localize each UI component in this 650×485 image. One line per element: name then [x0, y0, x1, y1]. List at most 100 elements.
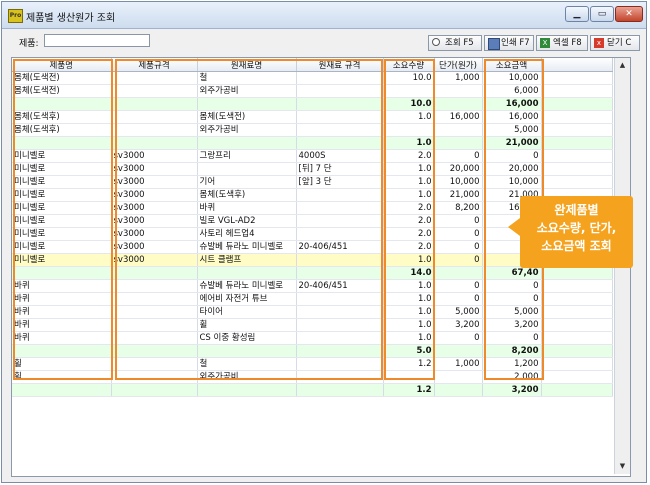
table-cell-blank[interactable]: [541, 370, 613, 384]
table-cell[interactable]: 20,000: [482, 162, 542, 176]
table-cell[interactable]: 에어비 자전거 튜브: [197, 292, 297, 306]
table-cell[interactable]: 철: [197, 357, 297, 371]
excel-button[interactable]: X 엑셀 F8: [536, 35, 588, 51]
table-cell[interactable]: [434, 123, 483, 137]
table-cell[interactable]: 0: [434, 331, 483, 345]
table-cell[interactable]: 0: [434, 240, 483, 254]
table-cell[interactable]: 8,200: [482, 344, 542, 358]
table-cell[interactable]: 1.0: [383, 331, 435, 345]
table-cell[interactable]: 10.0: [383, 97, 435, 111]
table-cell[interactable]: 미니벨로: [12, 149, 112, 163]
subtotal-row[interactable]: 1.0 21,000: [12, 136, 613, 150]
table-cell[interactable]: 몸체(도색전): [12, 71, 112, 85]
table-cell[interactable]: 사토리 헤드업4: [197, 227, 297, 241]
table-cell[interactable]: [111, 71, 198, 85]
table-cell[interactable]: 10,000: [482, 175, 542, 189]
table-row[interactable]: 휠 철 1.2 1,000 1,200: [12, 357, 613, 371]
table-cell[interactable]: 0: [482, 331, 542, 345]
table-cell[interactable]: 미니벨로: [12, 240, 112, 254]
table-cell-blank[interactable]: [541, 175, 613, 189]
table-cell[interactable]: 미니벨로: [12, 214, 112, 228]
table-cell[interactable]: [296, 383, 384, 397]
table-cell[interactable]: sv3000: [111, 162, 198, 176]
table-cell[interactable]: 21,000: [482, 136, 542, 150]
table-cell[interactable]: 슈발베 듀라노 미니벨로: [197, 240, 297, 254]
table-cell[interactable]: 외주가공비: [197, 123, 297, 137]
table-cell[interactable]: 67,40: [482, 266, 542, 280]
table-cell[interactable]: 바퀴: [12, 305, 112, 319]
table-cell[interactable]: [197, 383, 297, 397]
table-cell[interactable]: [12, 266, 112, 280]
table-cell[interactable]: [296, 370, 384, 384]
table-cell[interactable]: sv3000: [111, 253, 198, 267]
table-cell[interactable]: sv3000: [111, 149, 198, 163]
table-cell[interactable]: 1.2: [383, 383, 435, 397]
table-cell[interactable]: 3,200: [482, 383, 542, 397]
column-header[interactable]: 제품명: [12, 58, 112, 72]
table-cell[interactable]: 16,000: [482, 97, 542, 111]
subtotal-row[interactable]: 14.0 67,40: [12, 266, 613, 280]
table-cell[interactable]: 몸체(도색후): [197, 188, 297, 202]
table-cell[interactable]: 외주가공비: [197, 370, 297, 384]
table-cell[interactable]: 철: [197, 71, 297, 85]
subtotal-row[interactable]: 5.0 8,200: [12, 344, 613, 358]
table-cell-blank[interactable]: [541, 149, 613, 163]
table-cell[interactable]: 슈발베 듀라노 미니벨로: [197, 279, 297, 293]
table-row[interactable]: 휠 외주가공비 2,000: [12, 370, 613, 384]
table-cell[interactable]: 미니벨로: [12, 227, 112, 241]
table-cell[interactable]: 1.0: [383, 188, 435, 202]
table-cell-blank[interactable]: [541, 97, 613, 111]
table-cell[interactable]: [434, 344, 483, 358]
search-button[interactable]: 조회 F5: [428, 35, 482, 51]
table-cell[interactable]: 1.0: [383, 110, 435, 124]
table-cell[interactable]: [296, 318, 384, 332]
maximize-button[interactable]: ▭: [590, 6, 614, 22]
table-cell[interactable]: 휠: [197, 318, 297, 332]
table-cell[interactable]: [296, 344, 384, 358]
table-cell[interactable]: 1.0: [383, 318, 435, 332]
table-cell[interactable]: 그랑프리: [197, 149, 297, 163]
table-cell-blank[interactable]: [541, 110, 613, 124]
table-cell-blank[interactable]: [541, 84, 613, 98]
table-cell[interactable]: sv3000: [111, 227, 198, 241]
table-cell[interactable]: 미니벨로: [12, 175, 112, 189]
table-cell[interactable]: 1.0: [383, 279, 435, 293]
table-cell-blank[interactable]: [541, 292, 613, 306]
table-cell[interactable]: [296, 214, 384, 228]
table-cell[interactable]: 외주가공비: [197, 84, 297, 98]
table-cell[interactable]: sv3000: [111, 214, 198, 228]
table-cell[interactable]: 미니벨로: [12, 201, 112, 215]
table-cell[interactable]: 0: [434, 149, 483, 163]
column-header[interactable]: 소요수량: [383, 58, 435, 72]
table-cell[interactable]: 바퀴: [197, 201, 297, 215]
table-cell[interactable]: [111, 344, 198, 358]
table-cell[interactable]: 16,000: [482, 110, 542, 124]
table-cell[interactable]: 20-406/451: [296, 279, 384, 293]
table-cell[interactable]: [296, 357, 384, 371]
table-cell[interactable]: 1.0: [383, 292, 435, 306]
table-cell[interactable]: 0: [434, 279, 483, 293]
table-cell[interactable]: 미니벨로: [12, 188, 112, 202]
table-cell[interactable]: [12, 383, 112, 397]
table-cell[interactable]: [434, 266, 483, 280]
table-cell[interactable]: [296, 201, 384, 215]
table-cell-blank[interactable]: [541, 136, 613, 150]
table-cell[interactable]: [111, 357, 198, 371]
table-cell[interactable]: [296, 331, 384, 345]
table-cell[interactable]: [111, 383, 198, 397]
table-cell[interactable]: [434, 136, 483, 150]
table-cell[interactable]: 빌로 VGL-AD2: [197, 214, 297, 228]
table-cell[interactable]: [111, 331, 198, 345]
table-row[interactable]: 바퀴 휠 1.0 3,200 3,200: [12, 318, 613, 332]
table-row[interactable]: 바퀴 CS 이중 황성림 1.0 0 0: [12, 331, 613, 345]
table-cell[interactable]: 2,000: [482, 370, 542, 384]
table-cell[interactable]: [197, 97, 297, 111]
table-cell[interactable]: [383, 84, 435, 98]
close-window-button[interactable]: ✕: [615, 6, 643, 22]
table-cell[interactable]: 바퀴: [12, 318, 112, 332]
table-cell[interactable]: 1,000: [434, 357, 483, 371]
column-header[interactable]: 원재료명: [197, 58, 297, 72]
table-cell[interactable]: 휠: [12, 357, 112, 371]
table-cell-blank[interactable]: [541, 357, 613, 371]
table-cell[interactable]: 1.0: [383, 305, 435, 319]
